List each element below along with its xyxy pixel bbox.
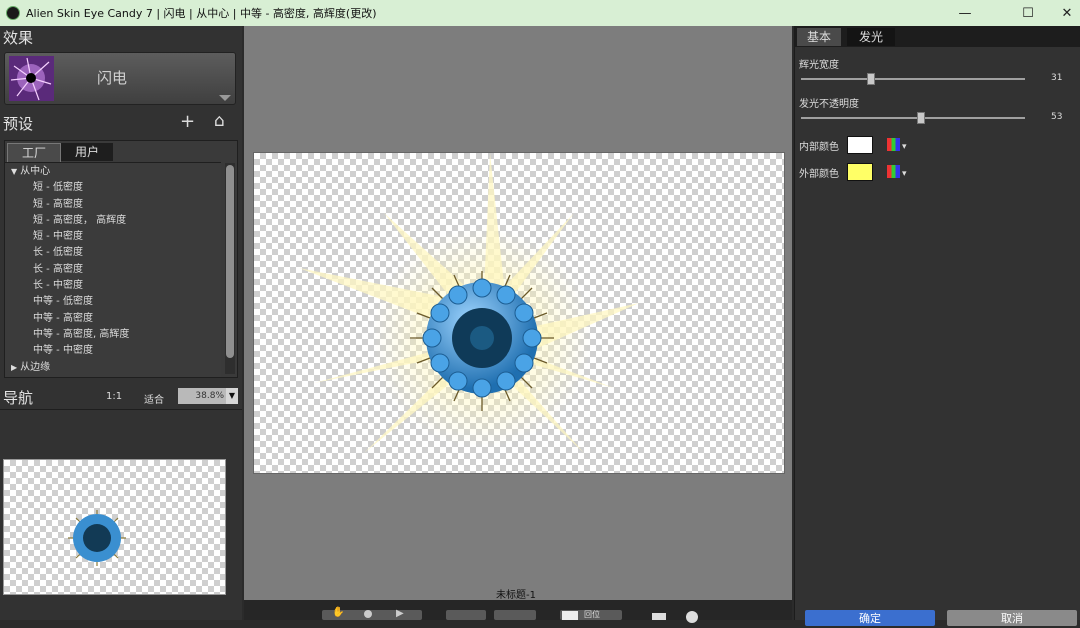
preset-item[interactable]: 短 - 低密度 [11,180,221,196]
lightning-effect-thumbnail [9,56,54,101]
tree-item-label: 短 - 高密度 [33,198,83,210]
tool-group[interactable]: ✋ ▶ [322,607,422,620]
home-icon[interactable]: ⌂ [214,111,225,131]
outer-color-swatch[interactable] [847,163,873,181]
canvas-area: 未标题-1 [244,26,792,601]
tab-user[interactable]: 用户 [61,143,113,161]
minimize-button[interactable]: — [942,0,988,26]
tree-item-label: 中等 - 中密度 [33,345,93,357]
title-bar: Alien Skin Eye Candy 7 | 闪电 | 从中心 | 中等 -… [0,0,1080,26]
rotate-view-button[interactable] [494,610,536,620]
preset-item[interactable]: 中等 - 中密度 [11,343,221,359]
navigator-preview[interactable] [3,459,226,595]
preset-item[interactable]: 长 - 低密度 [11,245,221,261]
glow-opacity-slider[interactable] [801,112,1025,124]
tree-item-label: 短 - 高密度， 高辉度 [33,214,127,226]
hand-tool-icon[interactable]: ✋ [332,607,344,618]
app-icon [6,6,20,20]
left-panel: 效果 闪电 预设 + ⌂ 工厂 用户 ▼ 从中心短 - 低密度短 - 高密度短 -… [0,26,242,620]
image-canvas[interactable] [253,152,785,474]
tree-item-label: 长 - 低密度 [33,247,83,259]
inner-color-palette-icon[interactable] [887,138,900,151]
document-name: 未标题-1 [496,590,536,601]
glow-width-slider[interactable] [801,73,1025,85]
preset-item[interactable]: 短 - 中密度 [11,229,221,245]
inner-color-dropdown-icon[interactable]: ▾ [902,142,907,152]
zoom-tool-icon[interactable] [364,610,372,618]
preset-item[interactable]: 中等 - 高密度, 高辉度 [11,327,221,343]
glow-width-label: 辉光宽度 [799,60,839,71]
right-panel: 基本 发光 辉光宽度 31 发光不透明度 53 内部颜色 ▾ 外部颜色 ▾ 确定… [794,26,1080,626]
preset-item[interactable]: 长 - 中密度 [11,278,221,294]
tree-item-label: 长 - 高密度 [33,263,83,275]
tree-item-label: 短 - 低密度 [33,182,83,194]
preset-tree: ▼ 从中心短 - 低密度短 - 高密度短 - 高密度， 高辉度短 - 中密度长 -… [5,162,221,377]
outer-color-palette-icon[interactable] [887,165,900,178]
tree-group[interactable]: ▼ 从中心 [11,164,221,180]
inner-color-swatch[interactable] [847,136,873,154]
effect-dropdown-icon[interactable] [219,95,231,101]
window-title: Alien Skin Eye Candy 7 | 闪电 | 从中心 | 中等 -… [26,7,377,20]
expand-down-icon[interactable]: ▼ [11,167,17,176]
scrollbar-thumb[interactable] [226,165,234,358]
view-mode-button[interactable] [446,610,486,620]
tree-item-label: 长 - 中密度 [33,280,83,292]
cancel-button[interactable]: 取消 [947,610,1077,626]
zoom-1to1-button[interactable]: 1:1 [106,391,122,402]
glow-width-value[interactable]: 31 [1051,73,1062,83]
navigation-heading: 导航 [3,389,34,407]
outer-color-label: 外部颜色 [799,169,839,180]
expand-right-icon[interactable]: ▶ [11,363,17,372]
current-effect-name: 闪电 [97,69,128,87]
tree-item-label: 短 - 中密度 [33,231,83,243]
tree-group[interactable]: ▶ 从边缘 [11,360,221,376]
glow-opacity-value[interactable]: 53 [1051,112,1062,122]
inner-color-label: 内部颜色 [799,142,839,153]
preset-item[interactable]: 短 - 高密度， 高辉度 [11,213,221,229]
compare-button[interactable]: 回位 [560,610,622,620]
tab-factory[interactable]: 工厂 [7,143,61,162]
tree-item-label: 从中心 [20,166,51,177]
zoom-dropdown-icon[interactable]: ▼ [226,388,238,404]
compare-swatch [562,611,578,620]
effects-heading: 效果 [3,29,34,47]
preset-scrollbar[interactable] [225,163,235,374]
preview-icon[interactable] [652,613,666,620]
glow-opacity-label: 发光不透明度 [799,99,859,110]
tree-item-label: 中等 - 高密度, 高辉度 [33,328,130,340]
preset-item[interactable]: 中等 - 高密度 [11,311,221,327]
zoom-fit-button[interactable]: 适合 [144,391,164,406]
glow-opacity-slider-knob[interactable] [916,112,925,124]
zoom-input[interactable]: 38.8% [178,388,226,404]
preset-panel: 工厂 用户 ▼ 从中心短 - 低密度短 - 高密度短 - 高密度， 高辉度短 - … [4,140,238,378]
preset-item[interactable]: 长 - 高密度 [11,262,221,278]
tree-item-label: 从边缘 [20,361,51,373]
preset-item[interactable]: 短 - 高密度 [11,197,221,213]
ok-button[interactable]: 确定 [805,610,935,626]
help-icon[interactable] [686,611,698,623]
presets-heading: 预设 [3,115,34,133]
preset-item[interactable]: 中等 - 低密度 [11,294,221,310]
close-button[interactable]: ✕ [1044,0,1080,26]
tree-item-label: 中等 - 高密度 [33,312,93,324]
effect-selector[interactable]: 闪电 [4,52,236,105]
arrow-tool-icon[interactable]: ▶ [396,608,404,619]
outer-color-dropdown-icon[interactable]: ▾ [902,169,907,179]
tab-basic[interactable]: 基本 [797,28,841,46]
compare-label: 回位 [584,610,600,619]
add-preset-icon[interactable]: + [180,111,195,132]
tree-item-label: 中等 - 低密度 [33,296,93,308]
tab-glow[interactable]: 发光 [847,28,895,46]
divider [0,409,242,410]
glow-width-slider-knob[interactable] [867,73,876,85]
bottom-toolbar: ✋ ▶ 回位 [244,600,792,623]
